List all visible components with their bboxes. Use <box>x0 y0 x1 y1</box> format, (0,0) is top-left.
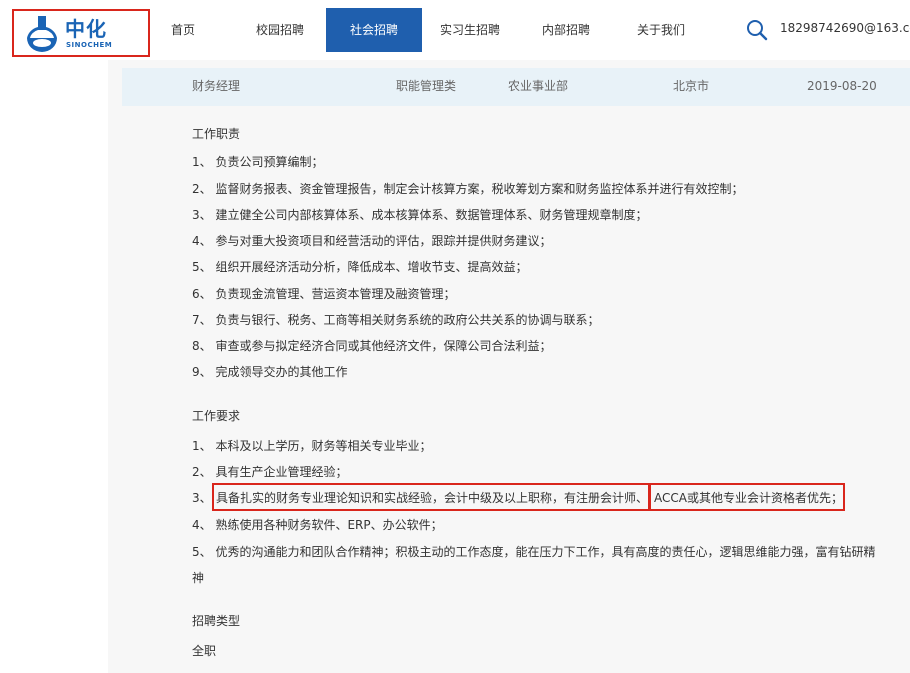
search-icon[interactable] <box>746 19 768 41</box>
requirements-heading: 工作要求 <box>192 409 241 423</box>
left-margin <box>0 60 108 673</box>
job-location: 北京市 <box>673 79 710 93</box>
logo-subtext: SINOCHEM <box>66 41 113 49</box>
requirement-item-num: 3、 <box>192 491 212 505</box>
job-title: 财务经理 <box>192 79 241 93</box>
logo[interactable]: 中化 SINOCHEM <box>12 9 150 57</box>
requirement-item: 2、 具有生产企业管理经验； <box>192 465 348 479</box>
job-department: 农业事业部 <box>508 79 569 93</box>
recruit-type-value: 全职 <box>192 644 217 658</box>
requirement-item: 5、 优秀的沟通能力和团队合作精神；积极主动的工作态度，能在压力下工作，具有高度… <box>192 545 876 559</box>
nav-home[interactable]: 首页 <box>158 8 208 52</box>
duty-item: 9、 完成领导交办的其他工作 <box>192 365 348 379</box>
user-email[interactable]: 18298742690@163.com <box>780 21 910 35</box>
duty-item: 1、 负责公司预算编制； <box>192 155 324 169</box>
job-summary-row: 财务经理 职能管理类 农业事业部 北京市 2019-08-20 <box>122 68 910 106</box>
requirement-item: 4、 熟练使用各种财务软件、ERP、办公软件； <box>192 518 443 532</box>
nav-intern-recruit[interactable]: 实习生招聘 <box>430 8 510 52</box>
job-date: 2019-08-20 <box>807 79 877 93</box>
job-category: 职能管理类 <box>396 79 457 93</box>
requirement-item: 1、 本科及以上学历，财务等相关专业毕业； <box>192 439 432 453</box>
requirement-item-highlight-a: 具备扎实的财务专业理论知识和实战经验，会计中级及以上职称，有注册会计师、 <box>216 491 649 505</box>
requirement-item-highlight-b: ACCA或其他专业会计资格者优先； <box>654 491 843 505</box>
logo-text: 中化 <box>65 17 107 41</box>
nav-internal-recruit[interactable]: 内部招聘 <box>528 8 604 52</box>
requirement-item-cont: 神 <box>192 571 205 585</box>
duty-item: 5、 组织开展经济活动分析，降低成本、增收节支、提高效益； <box>192 260 528 274</box>
duty-item: 2、 监督财务报表、资金管理报告，制定会计核算方案，税收筹划方案和财务监控体系并… <box>192 182 744 196</box>
duty-item: 3、 建立健全公司内部核算体系、成本核算体系、数据管理体系、财务管理规章制度； <box>192 208 648 222</box>
duty-item: 7、 负责与银行、税务、工商等相关财务系统的政府公共关系的协调与联系； <box>192 313 600 327</box>
flask-icon <box>27 16 57 52</box>
nav-social-recruit[interactable]: 社会招聘 <box>326 8 422 52</box>
recruit-type-heading: 招聘类型 <box>192 614 241 628</box>
duties-heading: 工作职责 <box>192 127 241 141</box>
duty-item: 4、 参与对重大投资项目和经营活动的评估，跟踪并提供财务建议； <box>192 234 552 248</box>
top-nav-bar: 中化 SINOCHEM 首页 校园招聘 社会招聘 实习生招聘 内部招聘 关于我们… <box>0 0 910 61</box>
duty-item: 6、 负责现金流管理、营运资本管理及融资管理； <box>192 287 456 301</box>
duty-item: 8、 审查或参与拟定经济合同或其他经济文件，保障公司合法利益； <box>192 339 552 353</box>
nav-campus-recruit[interactable]: 校园招聘 <box>242 8 318 52</box>
nav-about-us[interactable]: 关于我们 <box>622 8 700 52</box>
